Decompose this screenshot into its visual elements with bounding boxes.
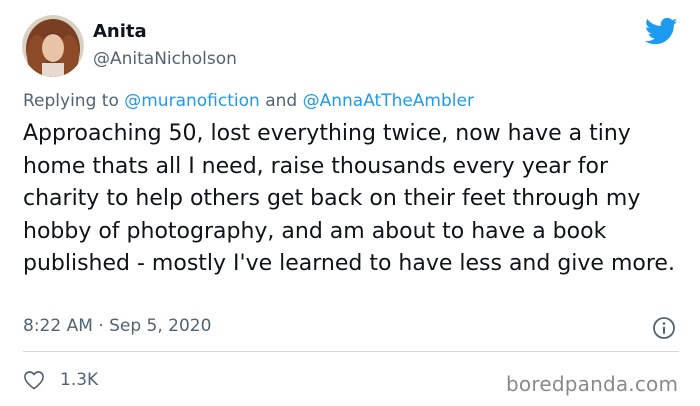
author-name[interactable]: Anita [93, 21, 147, 42]
heart-icon[interactable] [23, 370, 45, 390]
mention-link[interactable]: @muranofiction [124, 91, 260, 111]
divider [23, 351, 679, 352]
tweet-text: Approaching 50, lost everything twice, n… [23, 121, 675, 276]
tweet-timestamp[interactable]: 8:22 AM · Sep 5, 2020 [23, 316, 211, 336]
watermark: boredpanda.com [506, 372, 679, 396]
info-icon[interactable] [652, 316, 676, 340]
mention-link[interactable]: @AnnaAtTheAmbler [303, 91, 474, 111]
reply-context: Replying to @muranofiction and @AnnaAtTh… [23, 91, 474, 111]
reply-prefix: Replying to [23, 91, 125, 111]
reply-joiner: and [259, 91, 303, 111]
twitter-bird-icon[interactable] [645, 17, 678, 46]
author-handle[interactable]: @AnitaNicholson [93, 49, 237, 69]
like-count: 1.3K [60, 370, 99, 390]
avatar[interactable] [22, 15, 84, 77]
